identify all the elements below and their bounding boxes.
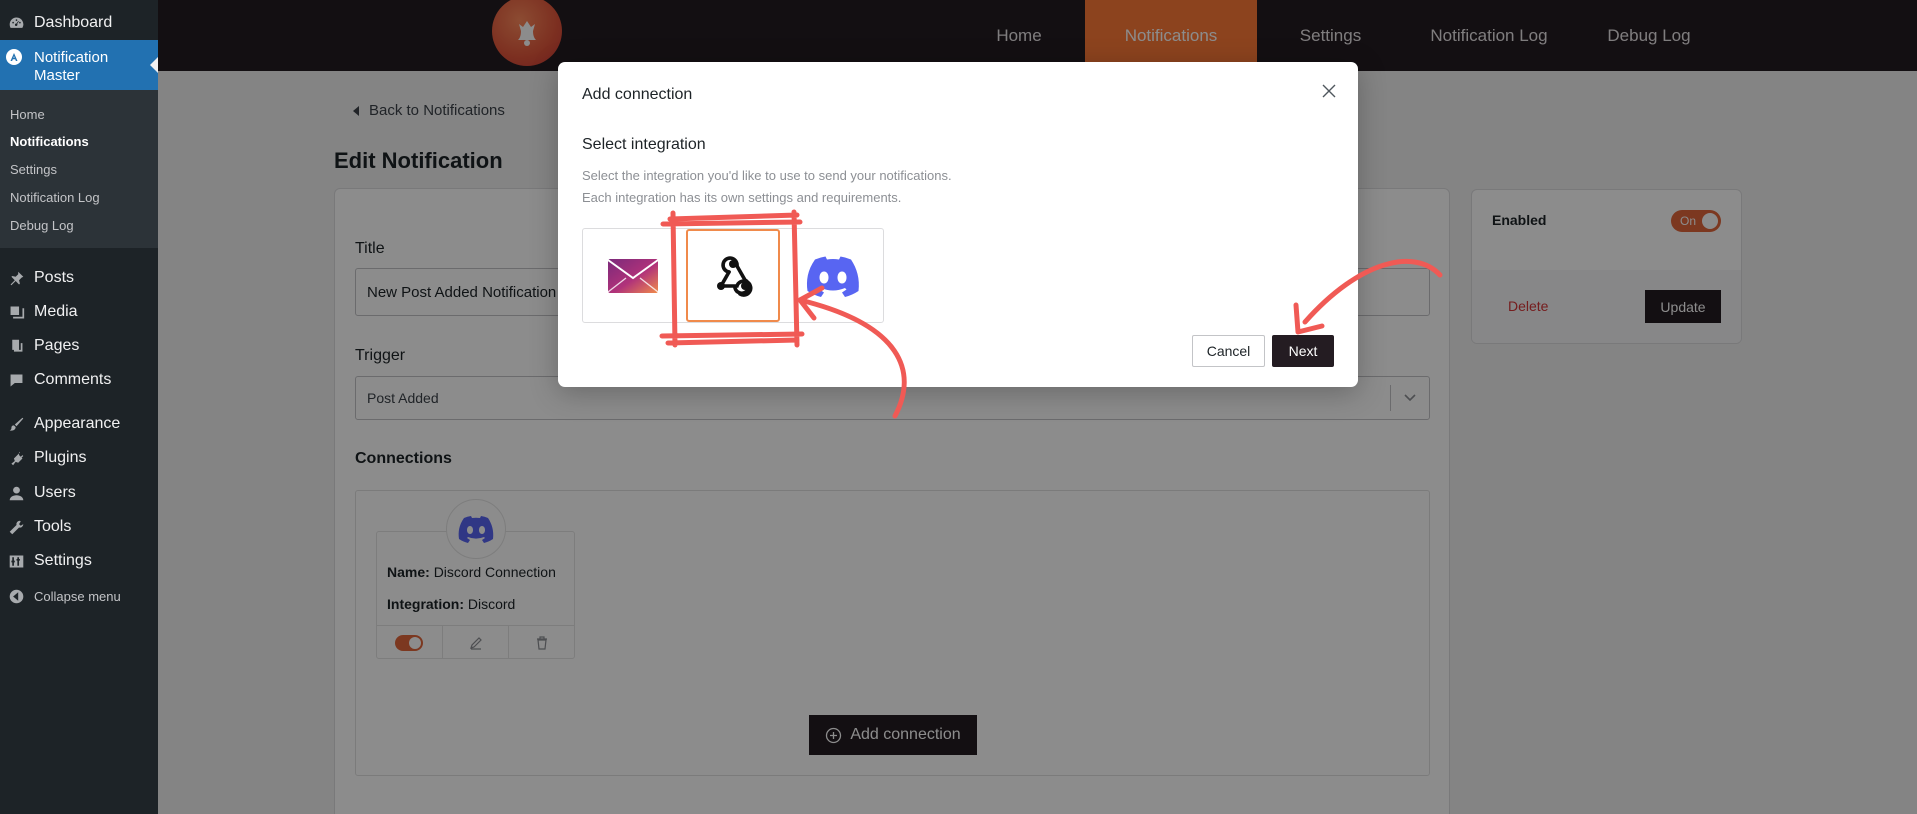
media-icon [3, 304, 29, 321]
sidebar-item-media[interactable]: Media [0, 300, 158, 324]
modal-title: Add connection [582, 86, 693, 103]
sidebar-label: Collapse menu [34, 588, 121, 604]
paintbrush-icon [3, 416, 29, 433]
sidebar-label: Plugins [34, 449, 87, 466]
sidebar-item-plugins[interactable]: Plugins [0, 446, 158, 470]
select-integration-heading: Select integration [582, 136, 706, 153]
comments-icon [3, 372, 29, 389]
active-arrow [150, 57, 158, 73]
sidebar-label: Settings [34, 552, 92, 569]
pin-icon [3, 270, 29, 287]
sidebar-label: Media [34, 303, 78, 320]
sidebar-submenu: Home Notifications Settings Notification… [0, 90, 158, 248]
submenu-notifications[interactable]: Notifications [10, 134, 89, 149]
discord-icon [807, 256, 860, 297]
sidebar-item-notification-master[interactable]: Notification Master [0, 40, 158, 90]
webhook-icon [717, 255, 753, 297]
sidebar-label: Dashboard [34, 14, 113, 31]
wp-admin-sidebar: Dashboard Notification Master Home Notif… [0, 0, 158, 814]
close-icon [1322, 84, 1336, 98]
pages-icon [3, 338, 29, 355]
sidebar-item-settings[interactable]: Settings [0, 549, 158, 573]
sidebar-item-appearance[interactable]: Appearance [0, 412, 158, 436]
dashboard-icon [3, 15, 29, 32]
sidebar-label: Tools [34, 518, 72, 535]
sidebar-label: Notification Master [34, 49, 109, 84]
integration-tiles [582, 228, 884, 323]
integration-description-line2: Each integration has its own settings an… [582, 190, 902, 205]
integration-tile-discord[interactable] [784, 229, 883, 322]
cancel-button[interactable]: Cancel [1192, 335, 1265, 367]
wrench-icon [3, 519, 29, 536]
submenu-notification-log[interactable]: Notification Log [10, 190, 100, 205]
sidebar-label: Comments [34, 371, 112, 388]
submenu-debug-log[interactable]: Debug Log [10, 218, 74, 233]
submenu-home[interactable]: Home [10, 107, 45, 122]
collapse-icon [3, 588, 29, 605]
notification-master-icon [6, 49, 22, 65]
email-icon [607, 258, 659, 293]
sidebar-item-pages[interactable]: Pages [0, 334, 158, 358]
sidebar-collapse-menu[interactable]: Collapse menu [0, 584, 158, 608]
close-button[interactable] [1318, 80, 1340, 102]
sidebar-item-dashboard[interactable]: Dashboard [0, 11, 158, 35]
plug-icon [3, 450, 29, 467]
sidebar-item-users[interactable]: Users [0, 481, 158, 505]
sidebar-label: Pages [34, 337, 80, 354]
sidebar-item-comments[interactable]: Comments [0, 368, 158, 392]
sidebar-label: Posts [34, 269, 75, 286]
settings-sliders-icon [3, 553, 29, 570]
sidebar-label: Users [34, 484, 76, 501]
submenu-settings[interactable]: Settings [10, 162, 57, 177]
add-connection-modal: Add connection Select integration Select… [558, 62, 1358, 387]
integration-description-line1: Select the integration you'd like to use… [582, 168, 952, 183]
user-icon [3, 485, 29, 502]
integration-tile-email[interactable] [583, 229, 682, 322]
next-button[interactable]: Next [1272, 335, 1334, 367]
sidebar-item-tools[interactable]: Tools [0, 515, 158, 539]
sidebar-item-posts[interactable]: Posts [0, 266, 158, 290]
integration-tile-webhook[interactable] [686, 229, 780, 322]
sidebar-label: Appearance [34, 415, 121, 432]
